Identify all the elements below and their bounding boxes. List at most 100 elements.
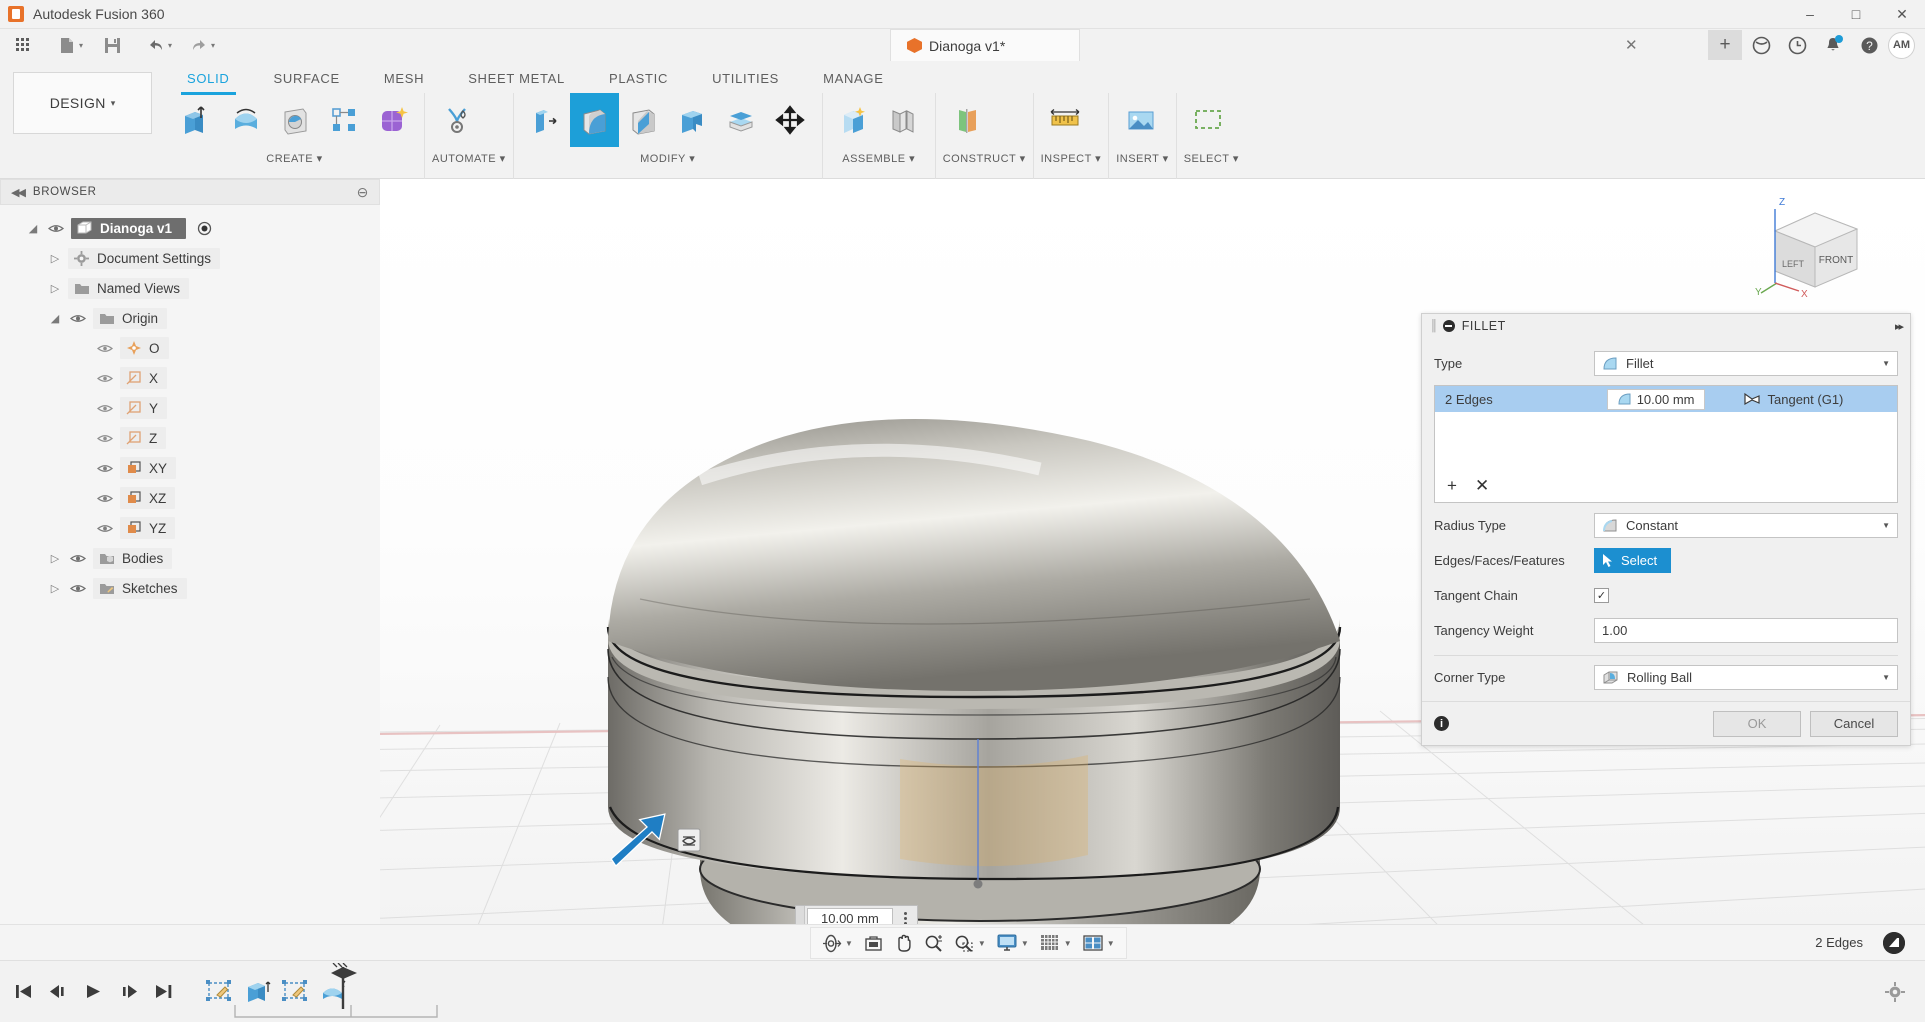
- tab-utilities[interactable]: UTILITIES: [690, 61, 801, 95]
- visibility-eye-icon[interactable]: [95, 493, 115, 504]
- data-panel-icon[interactable]: [1744, 30, 1778, 60]
- avatar[interactable]: AM: [1888, 32, 1915, 59]
- close-document-tab-button[interactable]: ✕: [1625, 36, 1638, 54]
- viewports-caret[interactable]: ▼: [1107, 939, 1115, 948]
- new-document-icon[interactable]: [52, 32, 82, 58]
- ribbon-group-label-automate[interactable]: AUTOMATE ▾: [432, 149, 506, 165]
- browser-panel-dot-icon[interactable]: ⊖: [357, 184, 369, 201]
- radius-type-dropdown[interactable]: Constant ▼: [1594, 513, 1898, 538]
- app-grid-icon[interactable]: [8, 32, 38, 58]
- browser-item-plane-xy[interactable]: XY: [0, 453, 380, 483]
- tab-solid[interactable]: SOLID: [165, 61, 252, 95]
- expand-arrow-icon[interactable]: ◢: [47, 312, 63, 325]
- browser-item-axis-z[interactable]: Z: [0, 423, 380, 453]
- form-tool[interactable]: [368, 93, 417, 147]
- minus-circle-icon[interactable]: [1443, 320, 1455, 332]
- timeline-node-sketch[interactable]: [205, 977, 234, 1006]
- ok-button[interactable]: OK: [1713, 711, 1801, 737]
- activate-component-radio[interactable]: [197, 221, 212, 236]
- move-copy-tool[interactable]: [766, 93, 815, 147]
- job-status-clock-icon[interactable]: [1780, 30, 1814, 60]
- press-pull-tool[interactable]: [521, 93, 570, 147]
- workspace-selector[interactable]: DESIGN ▾: [13, 72, 152, 134]
- fillet-tool[interactable]: [570, 93, 619, 147]
- browser-item-axis-x[interactable]: X: [0, 363, 380, 393]
- viewports-icon[interactable]: [1079, 929, 1107, 957]
- browser-item-bodies[interactable]: ▷ Bodies: [0, 543, 380, 573]
- fillet-edge-list[interactable]: 2 Edges 10.00 mm Tangent (G1): [1434, 385, 1898, 503]
- radius-glyph-badge[interactable]: [678, 829, 700, 851]
- visibility-eye-icon[interactable]: [68, 553, 88, 564]
- offset-face-tool[interactable]: [717, 93, 766, 147]
- tab-surface[interactable]: SURFACE: [252, 61, 362, 95]
- grid-icon[interactable]: [1036, 929, 1064, 957]
- tab-plastic[interactable]: PLASTIC: [587, 61, 690, 95]
- expand-right-icon[interactable]: ▸▸: [1895, 320, 1902, 333]
- new-component-tool[interactable]: [830, 93, 879, 147]
- expand-arrow-icon[interactable]: ▷: [47, 582, 63, 595]
- model-dome[interactable]: [608, 419, 1340, 691]
- revolve-tool[interactable]: [221, 93, 270, 147]
- tab-manage[interactable]: MANAGE: [801, 61, 906, 95]
- browser-item-dianoga[interactable]: ◢ Dianoga v1: [0, 213, 380, 243]
- browser-item-origin[interactable]: ◢ Origin: [0, 303, 380, 333]
- fillet-edge-continuity[interactable]: Tangent (G1): [1743, 392, 1844, 407]
- notification-bell-icon[interactable]: [1816, 30, 1850, 60]
- visibility-eye-icon[interactable]: [68, 583, 88, 594]
- view-cube[interactable]: LEFT FRONT Z Y X: [1753, 191, 1883, 303]
- overflow-menu-icon[interactable]: [895, 906, 917, 924]
- browser-item-sketches[interactable]: ▷ Sketches: [0, 573, 380, 603]
- chevron-down-icon[interactable]: ▼: [1882, 673, 1890, 682]
- orbit-icon[interactable]: [817, 929, 845, 957]
- collapse-left-icon[interactable]: ◀◀: [11, 186, 24, 199]
- look-at-icon[interactable]: [860, 929, 888, 957]
- new-tab-button[interactable]: +: [1708, 30, 1742, 60]
- drag-handle-icon[interactable]: ║: [1430, 320, 1436, 332]
- dimension-drag-grip[interactable]: [796, 906, 805, 924]
- tab-sheet-metal[interactable]: SHEET METAL: [446, 61, 587, 95]
- orbit-caret[interactable]: ▼: [845, 939, 853, 948]
- select-tool[interactable]: [1184, 93, 1233, 147]
- ribbon-group-label-insert[interactable]: INSERT ▾: [1116, 149, 1169, 165]
- browser-item-document-settings[interactable]: ▷ Document Settings: [0, 243, 380, 273]
- shell-tool[interactable]: [668, 93, 717, 147]
- maximize-button[interactable]: □: [1833, 0, 1879, 29]
- display-icon[interactable]: [993, 929, 1021, 957]
- visibility-eye-icon[interactable]: [95, 523, 115, 534]
- hole-tool[interactable]: [270, 93, 319, 147]
- corner-type-dropdown[interactable]: Rolling Ball ▼: [1594, 665, 1898, 690]
- remove-selection-button[interactable]: ✕: [1475, 476, 1489, 496]
- minimize-button[interactable]: –: [1787, 0, 1833, 29]
- pattern-tool[interactable]: [319, 93, 368, 147]
- timeline-node-extrude[interactable]: [243, 977, 272, 1006]
- zoom-window-caret[interactable]: ▼: [978, 939, 986, 948]
- play-icon[interactable]: [84, 983, 103, 1000]
- automated-modeling-tool[interactable]: [432, 93, 481, 147]
- timeline-end-marker[interactable]: [327, 963, 359, 1011]
- chevron-down-icon[interactable]: ▼: [1882, 359, 1890, 368]
- skip-start-icon[interactable]: [14, 983, 33, 1000]
- insert-mcmaster-tool[interactable]: [1116, 93, 1165, 147]
- chamfer-tool[interactable]: [619, 93, 668, 147]
- timeline-node-sketch-2[interactable]: [281, 977, 310, 1006]
- ribbon-group-label-modify[interactable]: MODIFY ▾: [521, 149, 815, 165]
- fillet-dialog[interactable]: ║ FILLET ▸▸ Type Fillet ▼ 2 Edges: [1421, 313, 1911, 746]
- redo-icon[interactable]: [184, 32, 214, 58]
- timeline-settings-gear-icon[interactable]: [1885, 982, 1905, 1002]
- expand-arrow-icon[interactable]: ▷: [47, 252, 63, 265]
- select-button[interactable]: Select: [1594, 548, 1671, 573]
- fillet-type-dropdown[interactable]: Fillet ▼: [1594, 351, 1898, 376]
- expand-arrow-icon[interactable]: ▷: [47, 552, 63, 565]
- visibility-eye-icon[interactable]: [46, 223, 66, 234]
- browser-item-plane-yz[interactable]: YZ: [0, 513, 380, 543]
- browser-item-named-views[interactable]: ▷ Named Views: [0, 273, 380, 303]
- cancel-button[interactable]: Cancel: [1810, 711, 1898, 737]
- visibility-eye-icon[interactable]: [68, 313, 88, 324]
- extrude-tool[interactable]: [172, 93, 221, 147]
- zoom-window-icon[interactable]: [950, 929, 978, 957]
- display-caret[interactable]: ▼: [1021, 939, 1029, 948]
- expand-arrow-icon[interactable]: ◢: [25, 222, 41, 235]
- autodesk-brand-icon[interactable]: [1883, 932, 1905, 954]
- ribbon-group-label-select[interactable]: SELECT ▾: [1184, 149, 1239, 165]
- ribbon-group-label-inspect[interactable]: INSPECT ▾: [1041, 149, 1102, 165]
